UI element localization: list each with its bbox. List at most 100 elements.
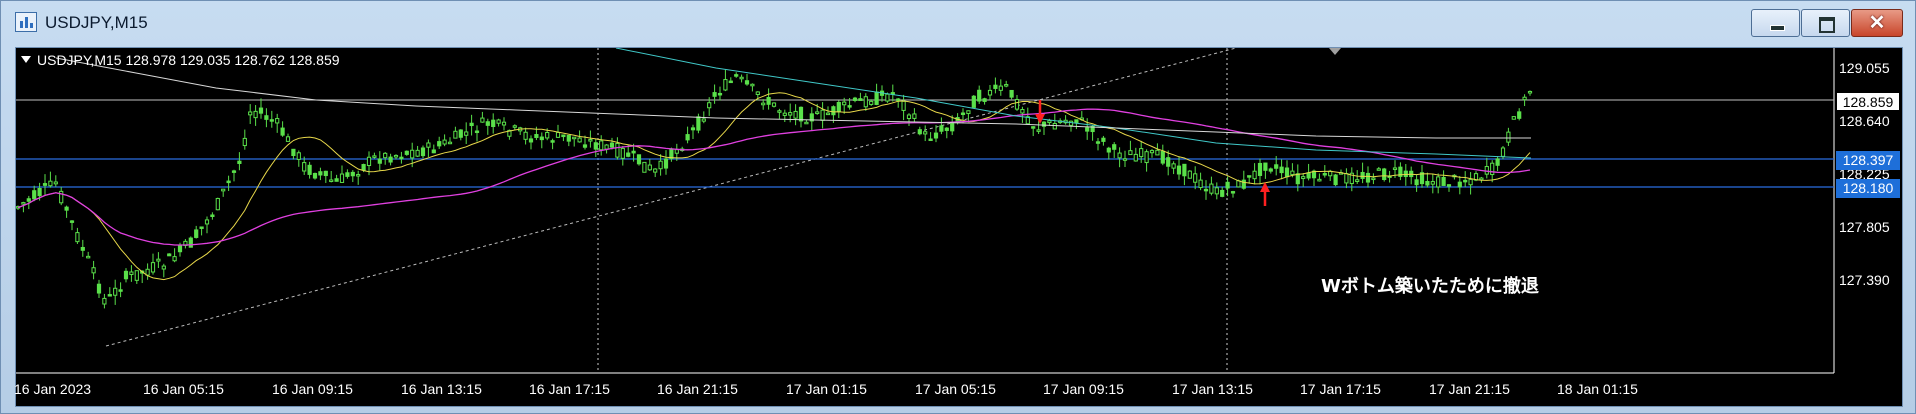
candle (1349, 167, 1354, 192)
candle (204, 216, 210, 234)
bid-price-tag: 128.859 (1836, 92, 1900, 111)
candle (1090, 125, 1095, 141)
hline-price-tag[interactable]: 128.180 (1836, 179, 1900, 198)
candle (1506, 127, 1511, 146)
close-button[interactable]: ✕ (1851, 9, 1903, 37)
candle (59, 186, 64, 206)
candle (750, 83, 755, 92)
candle (550, 138, 555, 150)
candle (1041, 121, 1047, 136)
candle (944, 127, 949, 139)
candle (496, 118, 501, 127)
candle (32, 185, 37, 202)
candle (663, 150, 669, 175)
time-tick: 17 Jan 05:15 (915, 381, 996, 397)
candle (442, 134, 447, 147)
candle (1074, 119, 1079, 130)
candle (1106, 146, 1111, 160)
candle (782, 109, 787, 122)
candle (1409, 166, 1414, 185)
candle (917, 126, 922, 136)
time-tick: 16 Jan 17:15 (529, 381, 610, 397)
candle (469, 114, 474, 136)
candle (653, 168, 658, 178)
candle (188, 236, 193, 248)
maximize-button[interactable] (1801, 9, 1850, 37)
candle (491, 113, 496, 134)
price-tick: 129.055 (1839, 60, 1890, 76)
candle (237, 152, 242, 171)
candle (966, 110, 971, 122)
candle (1268, 167, 1273, 174)
candle (75, 227, 80, 245)
arrow-icon (1260, 182, 1270, 206)
candle (150, 253, 156, 275)
candle (636, 154, 642, 166)
candle (399, 151, 404, 164)
candle (464, 122, 469, 145)
candle (1382, 167, 1387, 182)
candle (53, 175, 58, 187)
candle (312, 172, 318, 180)
candle (1263, 162, 1268, 179)
candle (1166, 150, 1171, 176)
candle (901, 94, 906, 121)
candle (404, 150, 409, 156)
time-tick: 17 Jan 01:15 (786, 381, 867, 397)
candle (766, 88, 771, 110)
candle (896, 98, 901, 108)
candle (998, 79, 1003, 96)
candle (890, 84, 895, 102)
candle (739, 74, 744, 83)
candle (307, 161, 312, 179)
candle (734, 72, 739, 78)
time-tick: 17 Jan 09:15 (1043, 381, 1124, 397)
candle (1279, 159, 1284, 180)
candle (1317, 173, 1322, 182)
candle (658, 154, 663, 176)
candle (1468, 172, 1473, 195)
candle (1182, 163, 1187, 186)
candle (437, 136, 442, 149)
candle (669, 147, 674, 162)
candle (1214, 182, 1219, 200)
title-bar[interactable]: USDJPY,M15 ✕ (1, 1, 1915, 47)
hline-price-tag[interactable]: 128.397 (1836, 151, 1900, 170)
candle (280, 121, 285, 137)
candle (647, 158, 652, 171)
minimize-button[interactable] (1751, 9, 1800, 37)
trendline (105, 48, 1237, 347)
candle (480, 111, 485, 123)
price-plot (16, 48, 1835, 374)
triangle-down-icon[interactable] (21, 56, 31, 63)
candle (258, 98, 264, 119)
candle (474, 125, 480, 142)
candle (1425, 172, 1430, 188)
candle (1257, 158, 1263, 185)
candle (329, 170, 334, 183)
candle (1122, 150, 1128, 168)
candle (1441, 170, 1446, 186)
candle (771, 102, 777, 108)
candle (210, 212, 215, 220)
candle (1355, 170, 1360, 184)
candle (1198, 172, 1203, 191)
candle (712, 84, 717, 104)
candle (291, 148, 296, 160)
candle (572, 136, 577, 147)
candle (1457, 175, 1462, 195)
chart-window: USDJPY,M15 ✕ USDJPY,M15 128.978 129.035 … (0, 0, 1916, 414)
maximize-icon (1819, 17, 1835, 33)
candle (134, 270, 139, 284)
candle (1430, 173, 1435, 194)
candle (501, 117, 507, 131)
candle (107, 287, 112, 297)
candle (275, 113, 280, 133)
candle (1344, 168, 1349, 189)
chart-annotation: Wボトム築いたために撤退 (1321, 276, 1539, 297)
time-tick: 16 Jan 13:15 (401, 381, 482, 397)
candle (1133, 147, 1138, 162)
candle (1511, 116, 1516, 120)
price-chart[interactable]: USDJPY,M15 128.978 129.035 128.762 128.8… (14, 47, 1903, 407)
candle (1052, 113, 1057, 130)
